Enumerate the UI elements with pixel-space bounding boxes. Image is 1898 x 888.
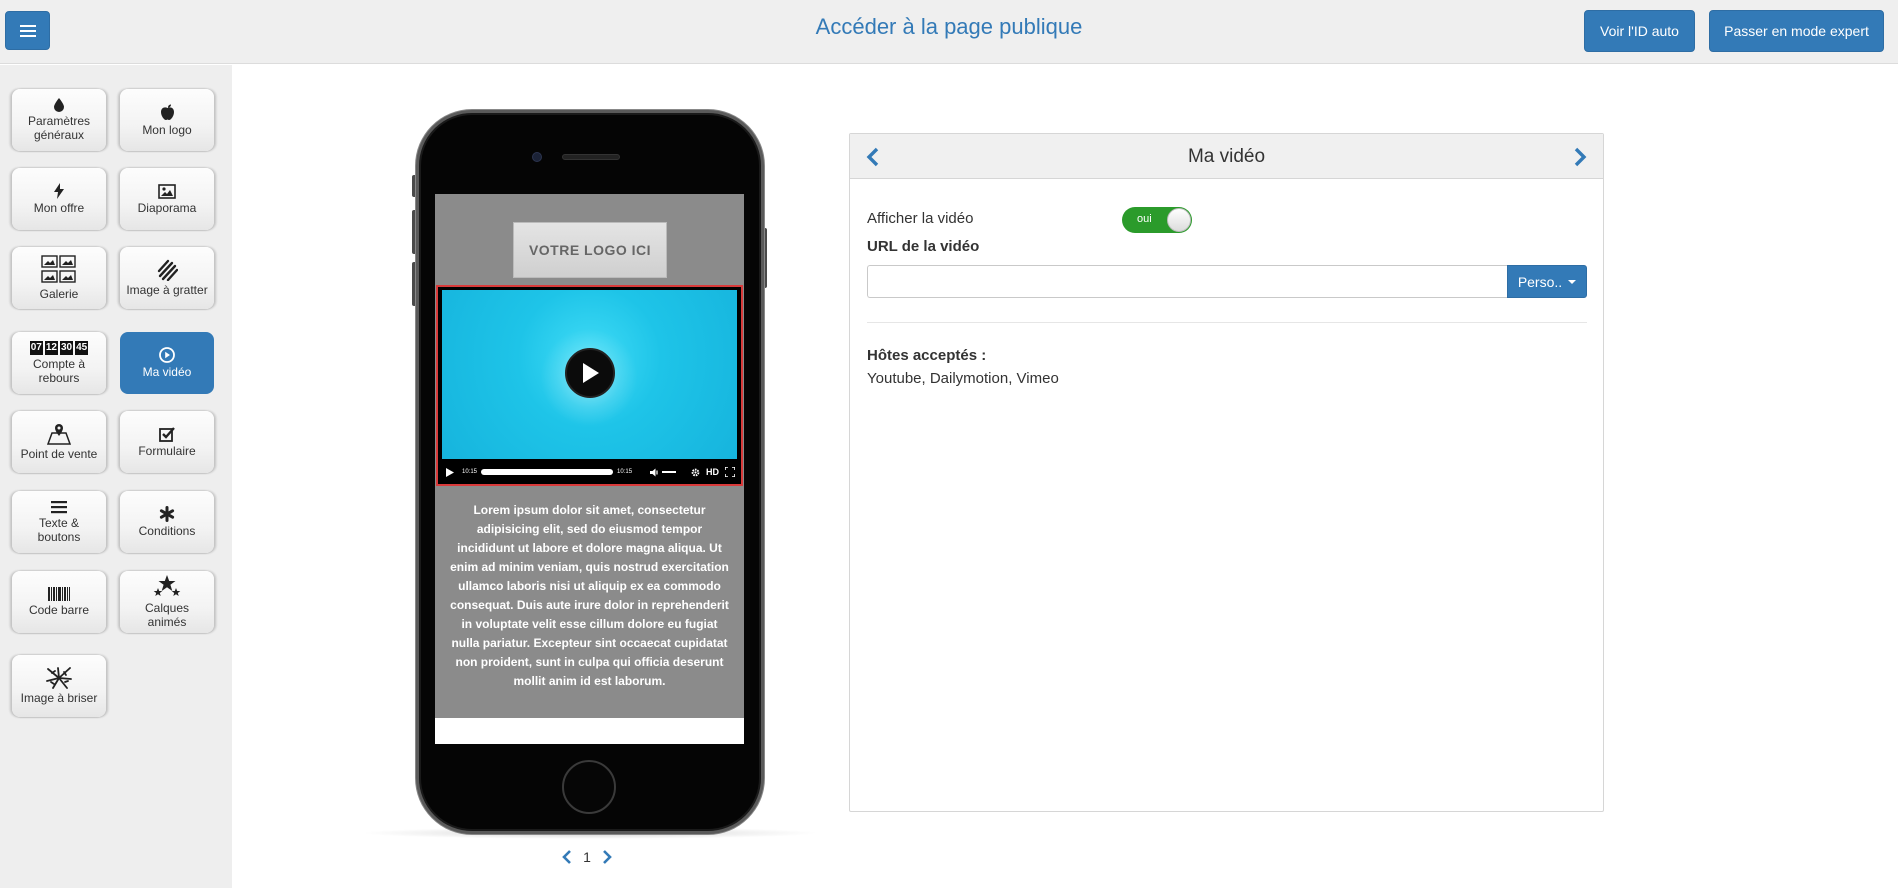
sidebar-item-general-settings[interactable]: Paramètres généraux	[12, 89, 106, 151]
sidebar-item-barcode[interactable]: Code barre	[12, 571, 106, 633]
preview-body-text: Lorem ipsum dolor sit amet, consectetur …	[450, 503, 729, 688]
bolt-icon	[54, 183, 64, 199]
logo-placeholder[interactable]: VOTRE LOGO ICI	[513, 222, 667, 278]
volume-icon[interactable]	[650, 468, 660, 477]
video-progress-bar[interactable]	[481, 469, 614, 475]
sidebar-item-text-buttons[interactable]: Texte & boutons	[12, 491, 106, 553]
sidebar-item-label: Image à briser	[20, 691, 98, 705]
accepted-hosts-title: Hôtes acceptés :	[867, 347, 987, 364]
expert-mode-button[interactable]: Passer en mode expert	[1709, 10, 1884, 52]
public-page-link[interactable]: Accéder à la page publique	[816, 14, 1083, 39]
apple-icon	[160, 104, 175, 121]
sidebar-item-my-video[interactable]: Ma vidéo	[120, 332, 214, 394]
scratch-icon	[156, 259, 178, 281]
sidebar-item-label: Formulaire	[138, 444, 196, 458]
play-circle-icon	[159, 347, 175, 363]
sidebar-item-animated-layers[interactable]: Calques animés	[120, 571, 214, 633]
hd-toggle[interactable]: HD	[706, 467, 719, 477]
video-url-label: URL de la vidéo	[867, 238, 980, 255]
sidebar-item-label: Compte à rebours	[32, 357, 86, 385]
video-url-input[interactable]	[867, 265, 1507, 298]
asterisk-icon	[159, 506, 175, 522]
panel-next-chevron-icon[interactable]	[1573, 147, 1587, 172]
show-video-toggle[interactable]: oui	[1122, 207, 1192, 233]
sidebar-item-label: Image à gratter	[126, 283, 208, 297]
panel-title: Ma vidéo	[1187, 146, 1266, 167]
phone-home-button	[562, 760, 616, 814]
sidebar-item-form[interactable]: Formulaire	[120, 411, 214, 473]
sidebar-item-slideshow[interactable]: Diaporama	[120, 168, 214, 230]
control-play-icon[interactable]	[446, 467, 454, 477]
countdown-icon: 07 12 30 45	[29, 341, 89, 355]
sidebar-item-label: Ma vidéo	[142, 365, 192, 379]
video-play-button[interactable]	[565, 348, 615, 398]
sidebar-item-conditions[interactable]: Conditions	[120, 491, 214, 553]
video-time-total: 10:15	[617, 469, 633, 475]
settings-gear-icon[interactable]	[691, 468, 700, 477]
map-pin-icon	[46, 423, 72, 445]
perso-dropdown-button[interactable]: Perso..	[1507, 265, 1587, 298]
preview-footer	[435, 718, 744, 744]
video-thumbnail[interactable]	[442, 290, 737, 459]
play-icon	[583, 363, 599, 383]
sidebar-item-label: Paramètres généraux	[27, 114, 91, 142]
phone-camera	[532, 152, 542, 162]
sidebar-item-my-logo[interactable]: Mon logo	[120, 89, 214, 151]
sidebar-item-label: Code barre	[28, 603, 90, 617]
sidebar-item-scratch-image[interactable]: Image à gratter	[120, 247, 214, 309]
video-settings-panel: Ma vidéo Afficher la vidéo oui URL de la…	[849, 133, 1604, 812]
sidebar-item-my-offer[interactable]: Mon offre	[12, 168, 106, 230]
gallery-icon	[41, 255, 77, 285]
phone-screen: VOTRE LOGO ICI 10:15 10:15 HD Lorem ipsu…	[435, 194, 744, 744]
sidebar-item-label: Galerie	[39, 287, 79, 301]
view-auto-id-button[interactable]: Voir l'ID auto	[1584, 10, 1695, 52]
lines-icon	[51, 500, 67, 514]
video-controls: 10:15 10:15 HD	[442, 465, 737, 479]
drop-icon	[54, 98, 64, 112]
shatter-icon	[46, 667, 72, 689]
sidebar-item-label: Diaporama	[137, 200, 197, 215]
picture-icon	[158, 183, 176, 199]
toggle-text: oui	[1137, 213, 1152, 225]
phone-speaker	[562, 154, 620, 160]
volume-slider[interactable]	[662, 471, 677, 473]
sidebar-item-label: Mon logo	[142, 122, 192, 137]
sidebar: Paramètres généraux Mon logo Mon offre D…	[0, 65, 232, 888]
sidebar-item-countdown[interactable]: 07 12 30 45 Compte à rebours	[12, 332, 106, 394]
chevron-left-icon[interactable]	[562, 850, 572, 864]
top-bar: Accéder à la page publique Voir l'ID aut…	[0, 0, 1898, 64]
accepted-hosts-list: Youtube, Dailymotion, Vimeo	[867, 370, 1059, 387]
sidebar-item-point-of-sale[interactable]: Point de vente	[12, 411, 106, 473]
barcode-icon	[48, 587, 70, 601]
video-player[interactable]: 10:15 10:15 HD	[436, 285, 743, 486]
sidebar-item-break-image[interactable]: Image à briser	[12, 655, 106, 717]
chevron-right-icon[interactable]	[602, 850, 612, 864]
stars-icon	[153, 575, 181, 599]
sidebar-item-label: Texte & boutons	[37, 516, 81, 544]
sidebar-item-label: Calques animés	[144, 601, 190, 629]
sidebar-item-label: Mon offre	[33, 201, 85, 215]
panel-header: Ma vidéo	[850, 134, 1603, 179]
show-video-label: Afficher la vidéo	[867, 210, 974, 227]
divider	[867, 322, 1587, 323]
sidebar-item-label: Point de vente	[20, 447, 98, 461]
preview-pager: 1	[562, 848, 612, 866]
perso-label: Perso..	[1517, 273, 1563, 290]
fullscreen-icon[interactable]	[725, 467, 736, 477]
preview-page-number: 1	[583, 849, 591, 865]
toggle-knob	[1167, 208, 1191, 232]
video-time-current: 10:15	[462, 469, 478, 475]
sidebar-item-gallery[interactable]: Galerie	[12, 247, 106, 309]
caret-down-icon	[1568, 279, 1577, 284]
checkbox-icon	[158, 426, 176, 442]
sidebar-item-label: Conditions	[138, 524, 196, 538]
